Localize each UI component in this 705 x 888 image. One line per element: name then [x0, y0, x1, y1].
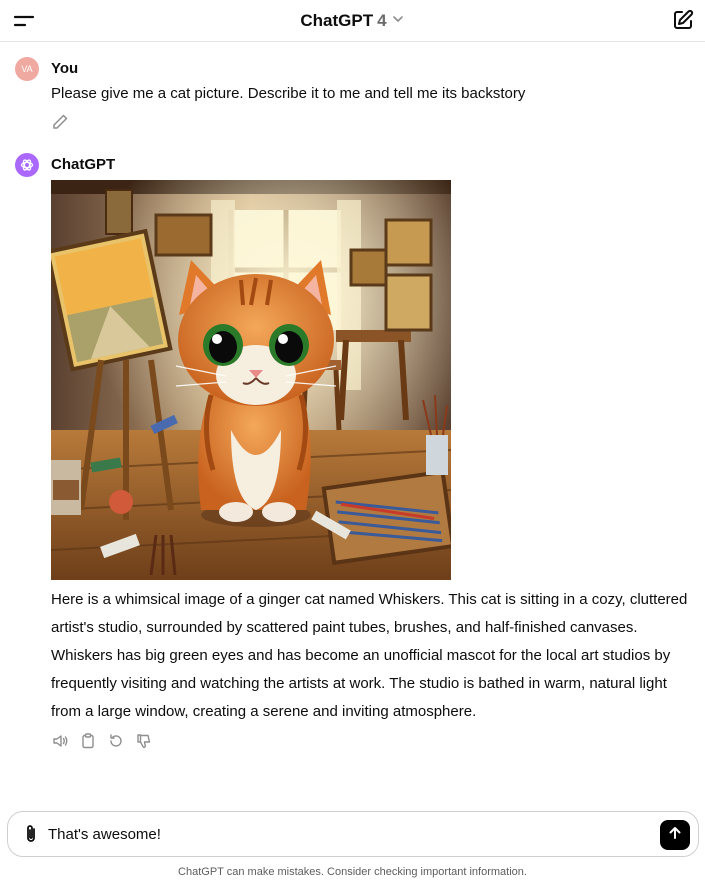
new-chat-icon[interactable] [671, 8, 695, 32]
regenerate-icon[interactable] [107, 732, 125, 750]
message-input[interactable] [48, 823, 648, 845]
paperclip-icon[interactable] [20, 823, 42, 845]
assistant-author-label: ChatGPT [51, 156, 116, 173]
generated-cat-image[interactable] [51, 180, 451, 580]
user-message-text: Please give me a cat picture. Describe i… [51, 85, 526, 102]
message-composer [7, 811, 699, 857]
message-actions [51, 732, 153, 752]
avatar: VA [15, 57, 39, 81]
openai-logo-icon [15, 153, 39, 177]
model-selector[interactable]: ChatGPT 4 [0, 9, 705, 33]
model-version: 4 [377, 11, 387, 30]
speaker-icon[interactable] [51, 732, 69, 750]
chevron-down-icon [391, 12, 405, 31]
arrow-up-icon [667, 825, 683, 846]
pencil-icon[interactable] [51, 113, 69, 131]
top-bar: ChatGPT 4 [0, 0, 705, 42]
send-button[interactable] [660, 820, 690, 850]
thumbs-down-icon[interactable] [135, 732, 153, 750]
clipboard-icon[interactable] [79, 732, 97, 750]
user-author-label: You [51, 60, 79, 77]
model-name: ChatGPT [300, 11, 374, 30]
footer-disclaimer: ChatGPT can make mistakes. Consider chec… [178, 866, 527, 878]
assistant-message-text: Here is a whimsical image of a ginger ca… [51, 591, 688, 720]
